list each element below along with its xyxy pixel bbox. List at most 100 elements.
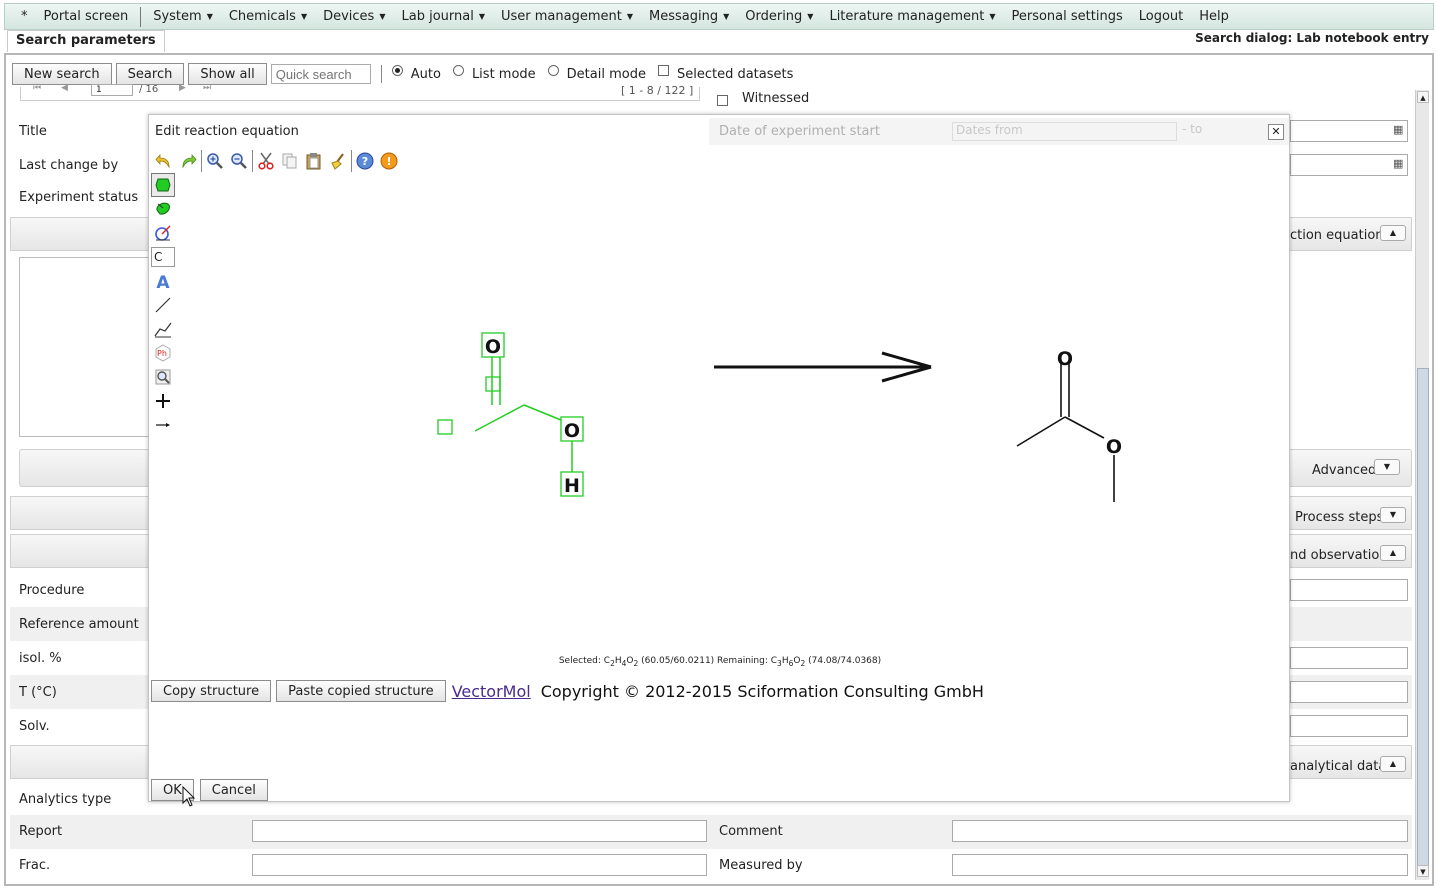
chevron-down-icon: ▼ [723, 12, 730, 21]
chain-tool-icon[interactable] [151, 317, 175, 341]
copy-structure-button[interactable]: Copy structure [151, 680, 272, 702]
quick-search-input[interactable] [270, 64, 371, 84]
measured-by-field[interactable] [952, 854, 1408, 876]
plus-tool-icon[interactable] [151, 389, 175, 413]
ghost-dates-from: Dates from [952, 122, 1177, 141]
zoom-in-icon[interactable] [203, 149, 227, 173]
atom-label-hydrogen: H [564, 475, 580, 497]
first-page-icon[interactable]: ⏮ [33, 83, 41, 93]
frac-field[interactable] [252, 854, 707, 876]
scroll-down-icon[interactable]: ▼ [1417, 865, 1429, 877]
date-to-field[interactable] [1290, 120, 1408, 142]
chevron-down-icon: ▼ [379, 12, 386, 21]
chevron-down-icon: ▼ [300, 12, 308, 21]
formula-status: Selected: C2H4O2 (60.05/60.0211) Remaini… [149, 656, 1291, 668]
template-search-tool-icon[interactable] [151, 365, 175, 389]
reaction-arrow-tool-icon[interactable] [151, 413, 175, 437]
comment-field[interactable] [952, 820, 1408, 842]
menu-item-system[interactable]: System ▼ [145, 9, 221, 24]
search-button[interactable]: Search [115, 63, 185, 85]
zoom-out-icon[interactable] [227, 149, 251, 173]
page-title: Search dialog: Lab notebook entry [1195, 31, 1429, 45]
menu-item-chemicals[interactable]: Chemicals ▼ [221, 9, 315, 24]
menu-item-personal-settings[interactable]: Personal settings [1003, 9, 1130, 24]
next-page-icon[interactable]: ▶ [179, 83, 186, 93]
report-label: Report [19, 824, 63, 839]
auto-mode-radio[interactable] [391, 64, 403, 76]
menu-item-literature-management[interactable]: Literature management ▼ [821, 9, 1003, 24]
menu-item-lab-journal[interactable]: Lab journal ▼ [393, 9, 493, 24]
rotate-tool-icon[interactable] [151, 221, 175, 245]
analytical-data-caption: analytical data [1290, 759, 1387, 774]
chevron-up-icon[interactable]: ▲ [1380, 545, 1406, 561]
last-change-date-field[interactable] [1290, 154, 1408, 176]
menu-item-star[interactable]: * [13, 9, 36, 24]
select-tool-icon[interactable] [151, 173, 175, 197]
bond-tool-icon[interactable] [151, 293, 175, 317]
menu-item-help[interactable]: Help [1191, 9, 1237, 24]
tab-search-parameters[interactable]: Search parameters [7, 30, 165, 52]
last-page-icon[interactable]: ⏭ [203, 83, 211, 93]
chevron-down-icon[interactable]: ▼ [1380, 507, 1406, 523]
atom-symbol-tool[interactable]: C [151, 245, 175, 269]
scroll-up-icon[interactable]: ▲ [1417, 91, 1429, 103]
paste-icon[interactable] [302, 149, 326, 173]
info-warning-icon[interactable]: ! [377, 149, 401, 173]
report-field[interactable] [252, 820, 707, 842]
calendar-icon[interactable]: ▦ [1393, 123, 1403, 136]
procedure-field[interactable] [1290, 579, 1408, 601]
new-search-button[interactable]: New search [12, 63, 112, 85]
phenyl-ring-tool-icon[interactable]: Ph [151, 341, 175, 365]
close-icon[interactable]: ✕ [1268, 124, 1284, 140]
help-icon[interactable]: ? [353, 149, 377, 173]
copy-icon[interactable] [278, 149, 302, 173]
prev-page-icon[interactable]: ◀ [61, 83, 68, 93]
vectormol-link[interactable]: VectorMol [452, 682, 531, 701]
detail-mode-radio[interactable] [547, 64, 559, 76]
reaction-arrow[interactable] [714, 351, 932, 383]
page-number-input[interactable]: 1 [91, 84, 133, 96]
temperature-field[interactable] [1290, 681, 1408, 703]
chevron-up-icon[interactable]: ▲ [1380, 225, 1406, 241]
cancel-button[interactable]: Cancel [199, 779, 268, 801]
clear-broom-icon[interactable] [326, 149, 350, 173]
show-all-button[interactable]: Show all [188, 63, 267, 85]
selected-mass: (60.05/60.0211) [638, 656, 718, 666]
menu-item-ordering[interactable]: Ordering ▼ [737, 9, 821, 24]
cut-icon[interactable] [254, 149, 278, 173]
chevron-down-icon[interactable]: ▼ [1374, 459, 1400, 475]
menu-item-logout[interactable]: Logout [1131, 9, 1192, 24]
witnessed-checkbox[interactable] [717, 95, 728, 106]
vertical-scrollbar[interactable]: ▲ ▼ [1415, 90, 1429, 880]
solvent-field[interactable] [1290, 715, 1408, 737]
remaining-mass: (74.08/74.0368) [805, 656, 882, 666]
single-bond-line [1016, 416, 1066, 447]
menu-item-devices[interactable]: Devices ▼ [315, 9, 393, 24]
measured-by-label: Measured by [719, 858, 803, 873]
svg-text:?: ? [362, 155, 368, 168]
chevron-down-icon: ▼ [807, 12, 814, 21]
undo-icon[interactable] [152, 149, 176, 173]
calendar-icon[interactable]: ▦ [1393, 157, 1403, 170]
menu-item-portal-screen[interactable]: Portal screen [36, 9, 137, 24]
frac-label: Frac. [19, 858, 51, 873]
menu-item-messaging[interactable]: Messaging ▼ [641, 9, 737, 24]
auto-mode-label: Auto [410, 66, 441, 82]
chevron-up-icon[interactable]: ▲ [1380, 756, 1406, 772]
redo-icon[interactable] [176, 149, 200, 173]
lasso-tool-icon[interactable] [151, 197, 175, 221]
product-molecule[interactable]: O O [1016, 348, 1122, 502]
ghost-date-label: Date of experiment start [719, 124, 880, 139]
structure-canvas[interactable]: O O H O O [179, 175, 1284, 735]
isol-field[interactable] [1290, 647, 1408, 669]
list-mode-radio[interactable] [452, 64, 464, 76]
reactant-molecule[interactable]: O O H [437, 332, 584, 497]
text-tool-icon[interactable]: A [151, 269, 175, 293]
atom-label-oxygen: O [564, 420, 580, 442]
selected-datasets-checkbox[interactable] [657, 64, 669, 76]
menu-item-user-management[interactable]: User management ▼ [493, 9, 641, 24]
paste-structure-button[interactable]: Paste copied structure [276, 680, 446, 702]
toolbar-separator [351, 150, 352, 172]
scroll-thumb[interactable] [1417, 368, 1429, 868]
atom-symbol-input[interactable]: C [151, 247, 175, 267]
